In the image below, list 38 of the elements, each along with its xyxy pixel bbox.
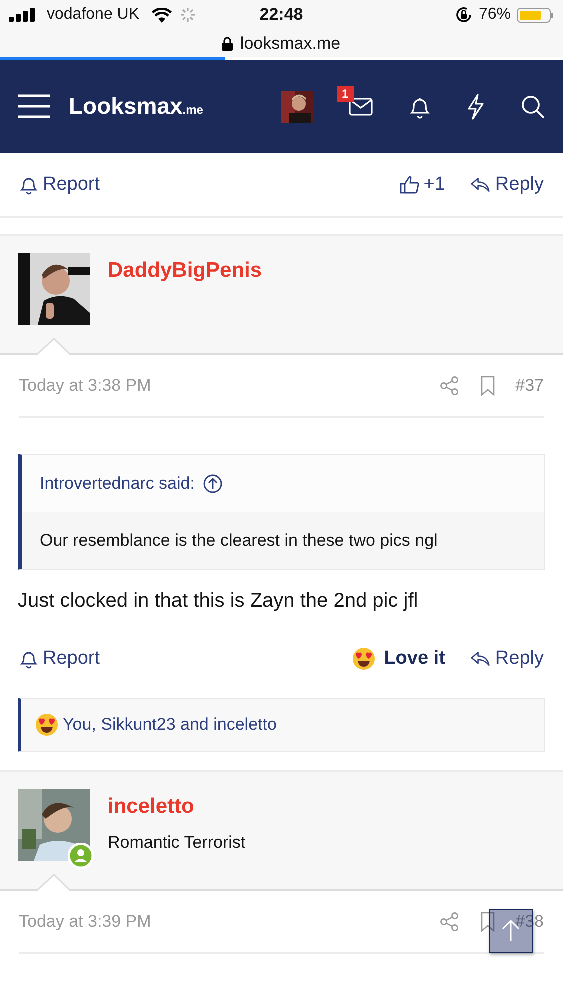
battery-percent: 76% bbox=[478, 6, 511, 24]
love-reaction-button[interactable]: Love it bbox=[352, 647, 446, 671]
quote-text: Our resemblance is the clearest in these two pics ngl bbox=[40, 530, 438, 550]
report-link[interactable]: Report bbox=[19, 174, 100, 196]
search-icon[interactable] bbox=[521, 94, 545, 118]
share-icon[interactable] bbox=[440, 912, 460, 932]
unread-badge: 1 bbox=[337, 86, 354, 102]
clock-time: 22:48 bbox=[258, 5, 304, 25]
reply-arrow-icon bbox=[471, 649, 492, 669]
report-link[interactable]: Report bbox=[19, 648, 100, 670]
heart-eyes-emoji-icon bbox=[352, 647, 376, 671]
username-link[interactable]: inceletto bbox=[108, 795, 246, 819]
reactions-list-link[interactable]: You, Sikkunt23 and inceletto bbox=[63, 715, 277, 735]
post-number[interactable]: #37 bbox=[516, 376, 544, 396]
carrier-name: vodafone UK bbox=[47, 6, 140, 24]
quote-author[interactable]: Introvertednarc said: bbox=[40, 474, 195, 494]
lock-icon bbox=[222, 36, 234, 50]
rotation-lock-icon bbox=[454, 6, 473, 24]
thumbs-up-icon bbox=[400, 174, 420, 194]
reply-link[interactable]: Reply bbox=[471, 174, 544, 196]
menu-icon[interactable] bbox=[18, 94, 50, 119]
arrow-up-circle-icon[interactable] bbox=[202, 474, 223, 494]
heart-eyes-emoji-icon bbox=[35, 713, 59, 737]
url-text[interactable]: looksmax.me bbox=[240, 34, 341, 54]
online-status-icon bbox=[68, 843, 94, 869]
reply-link[interactable]: Reply bbox=[471, 647, 544, 671]
loading-spinner-icon bbox=[180, 7, 196, 23]
post-text: Just clocked in that this is Zayn the 2nd pic jfl bbox=[18, 590, 420, 614]
username-link[interactable]: DaddyBigPenis bbox=[108, 259, 262, 283]
mail-icon[interactable] bbox=[349, 98, 373, 116]
wifi-icon bbox=[152, 8, 172, 22]
like-button[interactable]: +1 bbox=[400, 174, 446, 196]
user-title: Romantic Terrorist bbox=[108, 833, 246, 853]
share-icon[interactable] bbox=[440, 376, 460, 396]
bookmark-icon[interactable] bbox=[480, 912, 496, 932]
site-logo[interactable]: Looksmax.me bbox=[69, 93, 204, 120]
lightning-icon[interactable] bbox=[467, 94, 485, 120]
battery-icon bbox=[517, 8, 553, 22]
